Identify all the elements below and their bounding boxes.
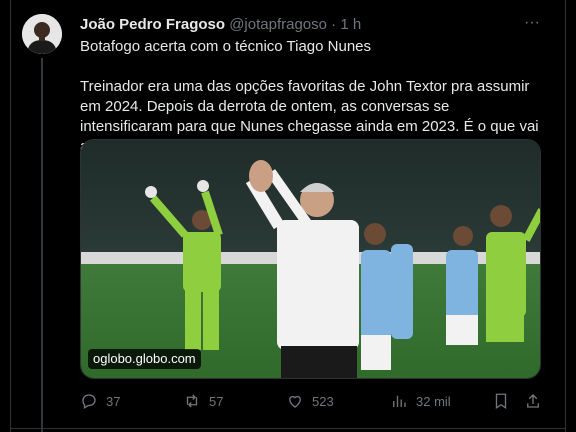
bookmark-icon [495, 393, 507, 410]
heart-icon [289, 395, 301, 408]
tweet-time[interactable]: 1 h [340, 16, 361, 33]
author-handle[interactable]: @jotapfragoso [229, 16, 327, 33]
like-count: 523 [312, 393, 334, 409]
bookmark-button[interactable] [492, 391, 510, 411]
reply-button[interactable]: 37 [80, 391, 120, 411]
thread-line [41, 58, 43, 432]
avatar[interactable] [22, 14, 62, 54]
tweet-headline: Botafogo acerta com o técnico Tiago Nune… [80, 38, 372, 55]
views-count: 32 mil [416, 393, 451, 409]
media-source-label[interactable]: oglobo.globo.com [88, 349, 201, 369]
reply-count: 37 [106, 393, 121, 409]
views-icon [393, 395, 406, 407]
divider [10, 428, 566, 429]
more-icon[interactable]: ··· [522, 15, 542, 34]
share-icon [527, 394, 539, 408]
tweet-media[interactable] [80, 139, 541, 379]
reply-icon [82, 394, 96, 409]
photo [81, 140, 540, 378]
tweet-header: João Pedro Fragoso @jotapfragoso · 1 h [80, 16, 546, 34]
separator-dot: · [331, 16, 337, 33]
tweet-actions: 37 57 523 32 mil [80, 391, 546, 411]
share-button[interactable] [524, 391, 542, 411]
like-button[interactable]: 523 [286, 391, 334, 411]
repost-button[interactable]: 57 [183, 391, 223, 411]
repost-icon [186, 394, 198, 408]
repost-count: 57 [209, 393, 224, 409]
author-name[interactable]: João Pedro Fragoso [80, 16, 225, 33]
views-button[interactable]: 32 mil [390, 391, 451, 411]
